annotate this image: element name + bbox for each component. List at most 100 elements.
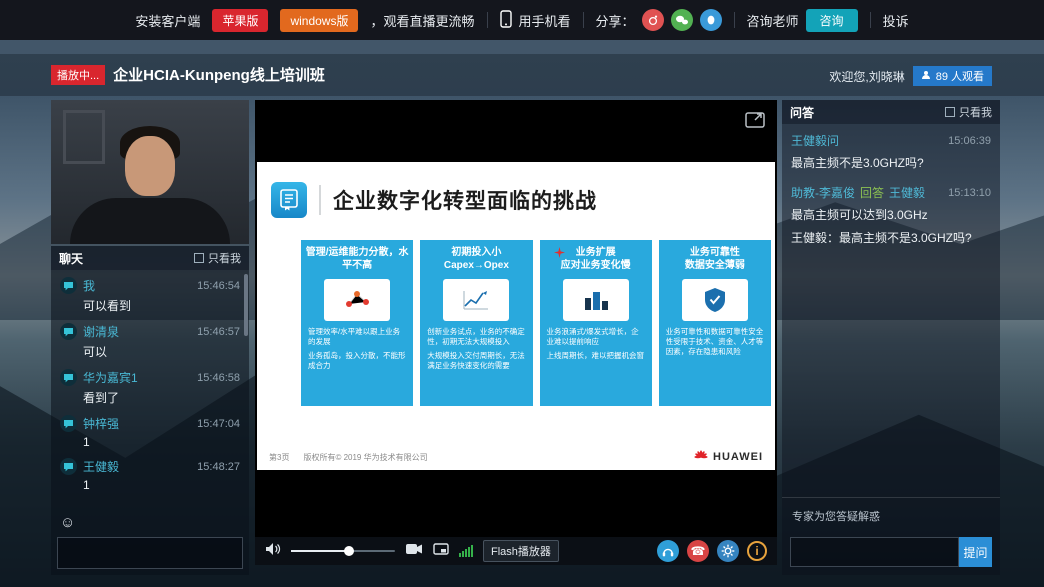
qa-header: 问答 只看我 (782, 100, 1000, 124)
settings-gear-button[interactable] (717, 540, 739, 562)
chat-panel: 聊天 只看我 我 15:46:54 可以看到 (51, 246, 249, 575)
stream-header: 播放中... 企业HCIA-Kunpeng线上培训班 (51, 64, 325, 85)
line-chart-icon (443, 279, 509, 321)
qa-reply-target: 王健毅 (889, 184, 925, 201)
qa-asker-name: 王健毅问 (791, 132, 839, 149)
video-stage[interactable]: 企业数字化转型面临的挑战 管理/运维能力分散，水平不高 管理效率/水平难以跟上业… (255, 100, 777, 537)
chat-message-list[interactable]: 我 15:46:54 可以看到 谢清泉 15:46:57 可以 (51, 270, 249, 503)
consult-teacher-label: 咨询老师 (747, 11, 799, 30)
chat-user-name: 华为嘉宾1 (83, 369, 191, 386)
camera-icon[interactable] (405, 542, 423, 560)
ask-question-button[interactable]: 提问 (959, 537, 992, 567)
qa-input[interactable] (790, 537, 959, 567)
chat-text: 可以 (83, 343, 240, 360)
slide-title: 企业数字化转型面临的挑战 (333, 185, 597, 215)
qa-question: 王健毅问 15:06:39 最高主频不是3.0GHZ吗? (791, 132, 991, 172)
chat-timestamp: 15:46:57 (197, 326, 240, 338)
viewers-badge: 89 人观看 (913, 66, 992, 86)
chat-scrollbar[interactable] (244, 274, 248, 336)
presentation-slide: 企业数字化转型面临的挑战 管理/运维能力分散，水平不高 管理效率/水平难以跟上业… (257, 162, 775, 470)
chat-only-me-label: 只看我 (208, 250, 241, 266)
windows-version-button[interactable]: windows版 (280, 9, 358, 32)
divider (319, 185, 321, 215)
volume-slider[interactable] (291, 550, 395, 552)
chat-bubble-avatar-icon (60, 323, 77, 340)
chat-message: 华为嘉宾1 15:46:58 看到了 (60, 369, 240, 406)
chat-user-name: 王健毅 (83, 458, 191, 475)
chat-input[interactable] (57, 537, 243, 569)
slide-page-number: 第3页 (269, 452, 289, 463)
card-body-line: 业务可靠性和数据可靠性安全性受限于技术、资金、人才等因素，存在隐患和风险 (666, 327, 764, 357)
apple-version-button[interactable]: 苹果版 (212, 9, 268, 32)
card-body-line: 管理效率/水平难以跟上业务的发展 (308, 327, 406, 347)
qa-reply-label: 回答 (860, 184, 884, 201)
call-button[interactable]: ☎ (687, 540, 709, 562)
chat-bubble-avatar-icon (60, 369, 77, 386)
qa-hint-label: 专家为您答疑解惑 (792, 508, 880, 524)
card-body-line: 上线周期长，难以把握机会窗 (547, 351, 645, 361)
flash-player-label[interactable]: Flash播放器 (483, 540, 559, 562)
qa-text: 最高主频可以达到3.0GHz (791, 206, 991, 224)
chat-text: 1 (83, 478, 240, 492)
chat-message: 我 15:46:54 可以看到 (60, 277, 240, 314)
volume-slider-knob[interactable] (344, 546, 354, 556)
qa-list[interactable]: 王健毅问 15:06:39 最高主频不是3.0GHZ吗? 助教-李嘉俊 回答 王… (782, 124, 1000, 497)
qa-timestamp: 15:06:39 (948, 135, 991, 147)
card-capex-opex: 初期投入小 Capex→Opex 创新业务试点，业务的不确定性，初期无法大规模投… (420, 240, 532, 406)
card-header: 业务可靠性 数据安全薄弱 (659, 247, 771, 274)
presenter-body (70, 198, 230, 244)
complaint-link[interactable]: 投诉 (883, 11, 909, 30)
share-label: 分享： (596, 11, 635, 30)
headset-support-button[interactable] (657, 540, 679, 562)
chat-only-me-toggle[interactable]: 只看我 (194, 250, 241, 266)
consult-button[interactable]: 咨询 (806, 9, 858, 32)
left-column: 聊天 只看我 我 15:46:54 可以看到 (51, 100, 249, 575)
checkbox-icon[interactable] (945, 107, 955, 117)
status-badge: 播放中... (51, 65, 105, 85)
signal-bars-icon (459, 545, 473, 557)
challenge-cards: 管理/运维能力分散，水平不高 管理效率/水平难以跟上业务的发展 业务孤岛，投入分… (301, 240, 771, 406)
person-icon (921, 70, 931, 83)
volume-slider-fill (291, 550, 349, 552)
top-bar: 安装客户端 苹果版 windows版 ，观看直播更流畅 用手机看 分享： 咨 (0, 0, 1044, 40)
share-weibo-icon[interactable] (642, 9, 664, 31)
fullscreen-expand-icon[interactable] (745, 110, 765, 133)
main-player: 企业数字化转型面临的挑战 管理/运维能力分散，水平不高 管理效率/水平难以跟上业… (255, 100, 777, 565)
pip-icon[interactable] (433, 542, 449, 560)
watch-on-mobile[interactable]: 用手机看 (500, 10, 571, 31)
share-wechat-icon[interactable] (671, 9, 693, 31)
huawei-wordmark: HUAWEI (713, 451, 763, 463)
volume-icon[interactable] (265, 542, 281, 561)
live-classroom-page: 安装客户端 苹果版 windows版 ，观看直播更流畅 用手机看 分享： 咨 (0, 0, 1044, 587)
info-button[interactable]: i (747, 541, 767, 561)
chat-title: 聊天 (59, 250, 83, 267)
divider (487, 12, 488, 28)
install-client-label: 安装客户端 (135, 11, 200, 30)
card-reliability: 业务可靠性 数据安全薄弱 业务可靠性和数据可靠性安全性受限于技术、资金、人才等因… (659, 240, 771, 406)
huawei-logo: HUAWEI (693, 450, 763, 464)
chat-timestamp: 15:46:58 (197, 372, 240, 384)
slide-copyright: 版权所有© 2019 华为技术有限公司 (303, 452, 427, 463)
slide-footer: 第3页 版权所有© 2019 华为技术有限公司 (269, 450, 763, 464)
qa-only-me-toggle[interactable]: 只看我 (945, 104, 992, 120)
qa-footer: 专家为您答疑解惑 提问 (782, 497, 1000, 575)
mobile-label: 用手机看 (519, 11, 571, 30)
shield-icon (682, 279, 748, 321)
checkbox-icon[interactable] (194, 253, 204, 263)
qa-answerer-name: 助教-李嘉俊 (791, 184, 855, 201)
chat-message: 谢清泉 15:46:57 可以 (60, 323, 240, 360)
qa-panel: 问答 只看我 王健毅问 15:06:39 最高主频不是3.0GHZ吗? 助教-李… (782, 100, 1000, 575)
card-business-expansion: 业务扩展 应对业务变化慢 业务浪涌式/爆发式增长，企业难以提前响应 上线周期长，… (540, 240, 652, 406)
chat-timestamp: 15:48:27 (197, 461, 240, 473)
chat-user-name: 我 (83, 277, 191, 294)
player-controls: Flash播放器 ☎ i (255, 537, 777, 565)
wall-frame-decor (63, 110, 105, 164)
viewers-count: 89 人观看 (936, 68, 984, 84)
slide-title-row: 企业数字化转型面临的挑战 (271, 182, 597, 218)
emoji-picker-icon[interactable]: ☺ (60, 514, 75, 531)
page-title: 企业HCIA-Kunpeng线上培训班 (113, 64, 325, 85)
share-qq-icon[interactable] (700, 9, 722, 31)
qa-title: 问答 (790, 104, 814, 121)
qa-quoted-text: 王健毅：最高主频不是3.0GHZ吗? (791, 229, 991, 247)
card-header: 管理/运维能力分散，水平不高 (301, 247, 413, 274)
